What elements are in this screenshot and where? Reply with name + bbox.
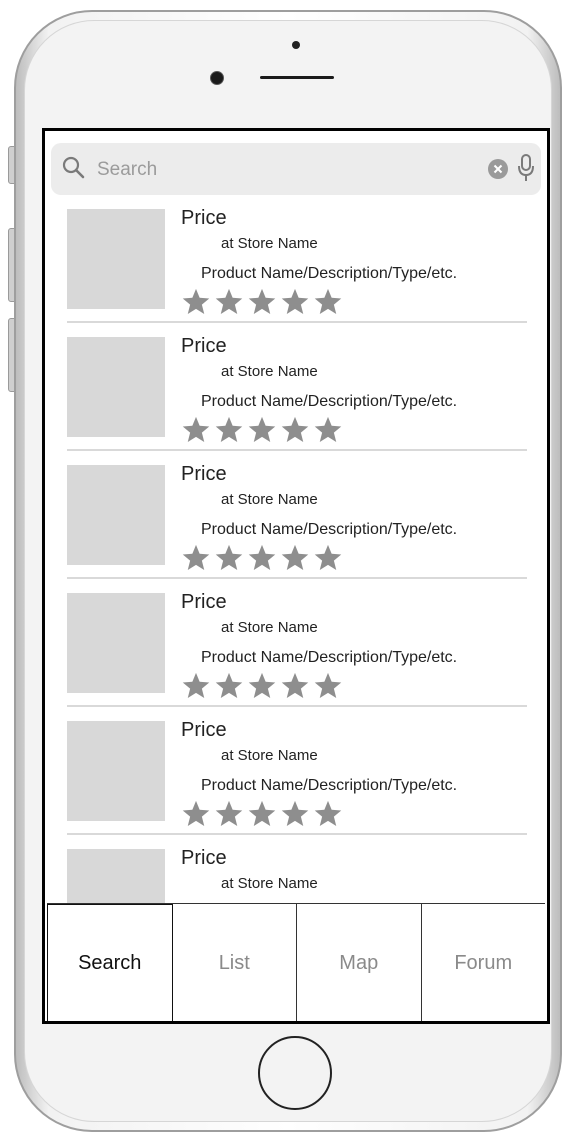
star-icon	[248, 288, 276, 314]
star-icon	[314, 288, 342, 314]
star-icon	[215, 800, 243, 826]
list-item[interactable]: Price at Store Name Product Name/Descrip…	[67, 707, 527, 835]
star-icon	[281, 672, 309, 698]
home-button[interactable]	[258, 1036, 332, 1110]
list-item[interactable]: Price at Store Name Product Name/Descrip…	[67, 451, 527, 579]
star-icon	[182, 544, 210, 570]
item-description: Product Name/Description/Type/etc.	[201, 777, 458, 794]
star-icon	[248, 416, 276, 442]
item-description: Product Name/Description/Type/etc.	[201, 265, 458, 282]
star-icon	[248, 672, 276, 698]
star-icon	[248, 544, 276, 570]
search-bar[interactable]: Search	[51, 143, 541, 195]
star-icon	[182, 672, 210, 698]
list-item[interactable]: Price at Store Name Product Name/Descrip…	[67, 579, 527, 707]
star-icon	[281, 800, 309, 826]
item-store: at Store Name	[221, 875, 318, 892]
product-thumbnail	[67, 593, 165, 693]
star-icon	[314, 416, 342, 442]
product-thumbnail	[67, 849, 165, 903]
star-icon	[281, 416, 309, 442]
proximity-sensor	[292, 41, 300, 49]
star-icon	[215, 544, 243, 570]
star-icon	[314, 544, 342, 570]
star-icon	[215, 672, 243, 698]
item-price: Price	[181, 335, 227, 357]
item-store: at Store Name	[221, 491, 318, 508]
tab-list[interactable]: List	[173, 904, 297, 1021]
item-description: Product Name/Description/Type/etc.	[201, 393, 458, 410]
item-store: at Store Name	[221, 619, 318, 636]
tab-map[interactable]: Map	[297, 904, 422, 1021]
star-rating	[181, 543, 346, 573]
item-store: at Store Name	[221, 747, 318, 764]
star-icon	[182, 288, 210, 314]
star-rating	[181, 799, 346, 829]
item-price: Price	[181, 463, 227, 485]
product-thumbnail	[67, 465, 165, 565]
tab-search[interactable]: Search	[47, 904, 173, 1021]
star-icon	[281, 288, 309, 314]
item-price: Price	[181, 847, 227, 869]
product-thumbnail	[67, 337, 165, 437]
star-rating	[181, 671, 346, 701]
star-rating	[181, 287, 346, 317]
item-price: Price	[181, 591, 227, 613]
item-store: at Store Name	[221, 235, 318, 252]
item-store: at Store Name	[221, 363, 318, 380]
star-icon	[314, 800, 342, 826]
search-icon	[62, 156, 85, 179]
star-icon	[182, 416, 210, 442]
item-price: Price	[181, 207, 227, 229]
search-input[interactable]: Search	[97, 159, 157, 181]
list-item[interactable]: Price at Store Name	[67, 835, 527, 903]
star-icon	[182, 800, 210, 826]
results-list[interactable]: Price at Store Name Product Name/Descrip…	[45, 195, 547, 903]
star-icon	[281, 544, 309, 570]
microphone-icon[interactable]	[517, 153, 535, 183]
front-camera	[210, 71, 224, 85]
star-icon	[314, 672, 342, 698]
star-icon	[215, 416, 243, 442]
star-icon	[248, 800, 276, 826]
item-price: Price	[181, 719, 227, 741]
star-rating	[181, 415, 346, 445]
item-description: Product Name/Description/Type/etc.	[201, 521, 458, 538]
star-icon	[215, 288, 243, 314]
tab-forum[interactable]: Forum	[422, 904, 546, 1021]
clear-icon[interactable]	[487, 158, 509, 180]
phone-screen: Search Price at Store Name Product Name/…	[42, 128, 550, 1024]
item-description: Product Name/Description/Type/etc.	[201, 649, 458, 666]
tab-bar: Search List Map Forum	[47, 903, 546, 1021]
product-thumbnail	[67, 721, 165, 821]
product-thumbnail	[67, 209, 165, 309]
list-item[interactable]: Price at Store Name Product Name/Descrip…	[67, 323, 527, 451]
list-item[interactable]: Price at Store Name Product Name/Descrip…	[67, 195, 527, 323]
earpiece-speaker	[260, 76, 334, 79]
